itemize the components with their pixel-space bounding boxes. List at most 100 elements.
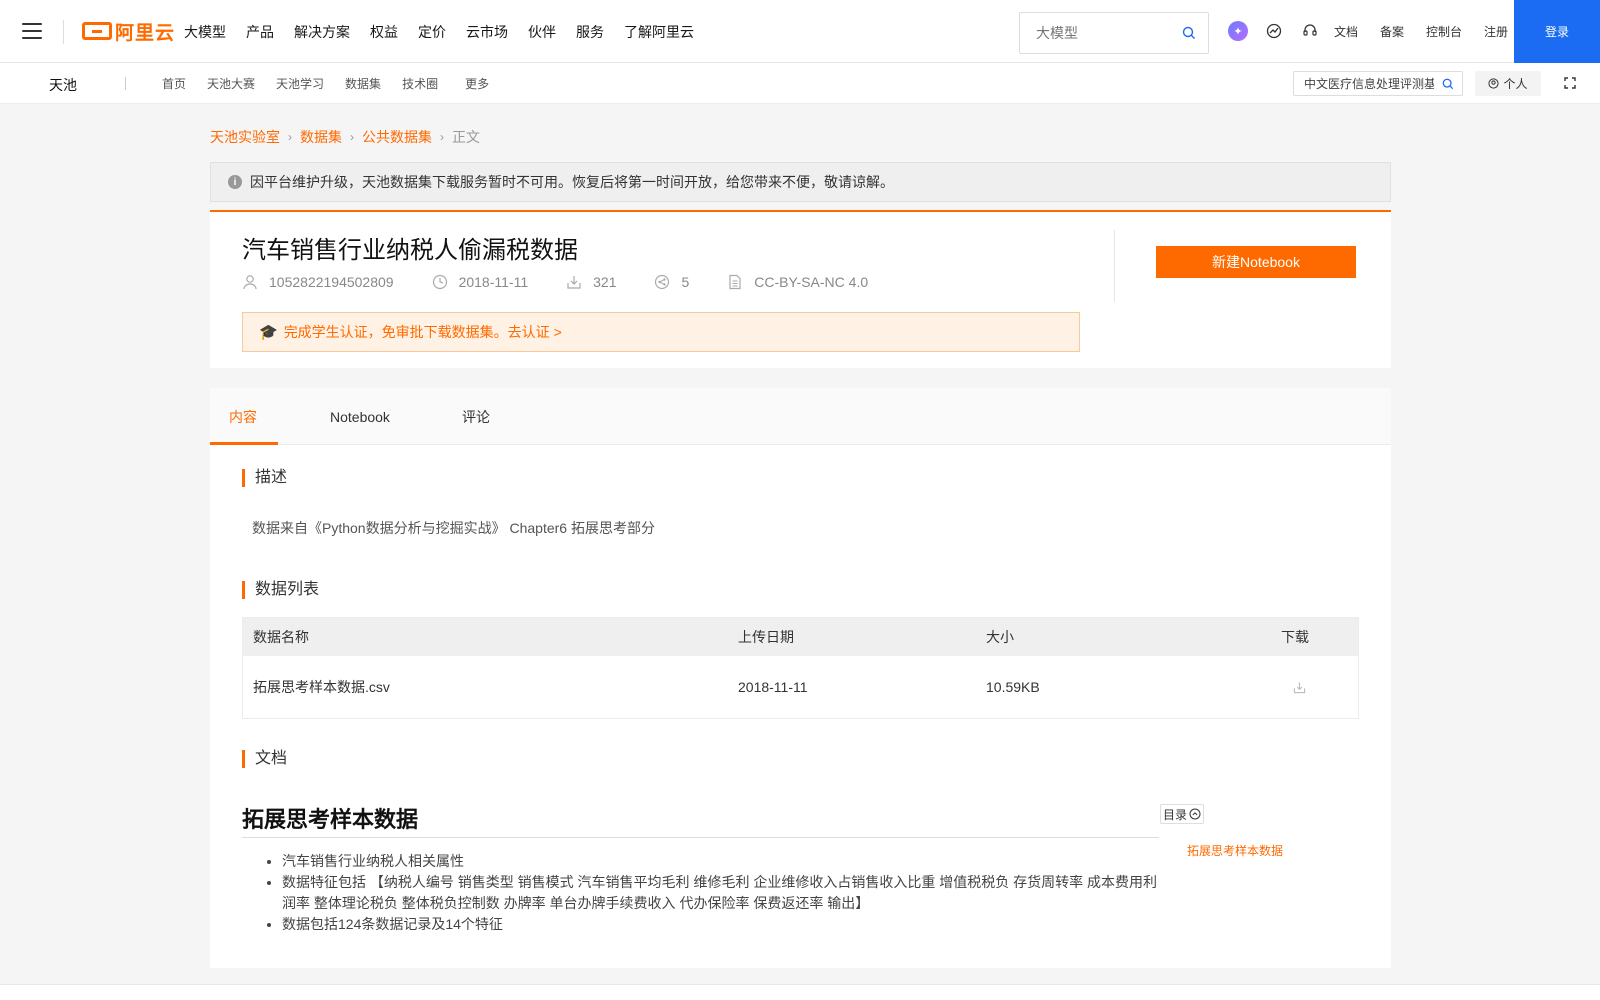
subnav-item-more[interactable]: 更多 xyxy=(465,75,489,92)
col-header-size: 大小 xyxy=(986,629,1014,645)
breadcrumb-public-datasets[interactable]: 公共数据集 xyxy=(362,127,432,147)
nav-item-benefits[interactable]: 权益 xyxy=(370,22,398,42)
nav-item-partners[interactable]: 伙伴 xyxy=(528,22,556,42)
aliyun-logo[interactable]: 阿里云 xyxy=(82,18,175,44)
chevron-right-icon: › xyxy=(350,130,354,144)
breadcrumb-lab[interactable]: 天池实验室 xyxy=(210,127,280,147)
register-link[interactable]: 注册 xyxy=(1484,23,1508,40)
tianchi-subnav: 天池 首页 天池大赛 天池学习 数据集 技术圈 更多 个人 xyxy=(0,63,1600,104)
nav-item-marketplace[interactable]: 云市场 xyxy=(466,22,508,42)
meta-shares: 5 xyxy=(654,274,689,290)
chevron-right-icon: › xyxy=(288,130,292,144)
subnav-search-box xyxy=(1293,71,1463,96)
subnav-search-input[interactable] xyxy=(1294,72,1434,95)
meta-author: 1052822194502809 xyxy=(242,274,394,290)
console-link[interactable]: 控制台 xyxy=(1426,23,1462,40)
subnav-item-competition[interactable]: 天池大赛 xyxy=(207,75,255,92)
top-search-input[interactable] xyxy=(1020,13,1170,53)
chevron-right-icon: › xyxy=(440,130,444,144)
nav-item-pricing[interactable]: 定价 xyxy=(418,22,446,42)
personal-button[interactable]: 个人 xyxy=(1475,71,1541,96)
nav-divider xyxy=(63,20,64,44)
cert-link[interactable]: 完成学生认证，免审批下载数据集。去认证 > xyxy=(284,322,562,342)
table-row: 拓展思考样本数据.csv 2018-11-11 10.59KB xyxy=(243,656,1358,718)
toc-item[interactable]: 拓展思考样本数据 xyxy=(1187,842,1283,859)
content-tabs: 内容 Notebook 评论 xyxy=(210,388,1391,445)
share-count: 5 xyxy=(681,274,690,290)
table-header: 数据名称 上传日期 大小 下载 xyxy=(243,618,1358,656)
dashboard-icon[interactable] xyxy=(1264,21,1284,41)
meta-license: CC-BY-SA-NC 4.0 xyxy=(727,274,868,290)
subnav-item-home[interactable]: 首页 xyxy=(162,75,186,92)
nav-item-about[interactable]: 了解阿里云 xyxy=(624,22,694,42)
description-text: 数据来自《Python数据分析与挖掘实战》 Chapter6 拓展思考部分 xyxy=(252,520,655,536)
user-icon xyxy=(243,275,257,290)
toc-toggle-button[interactable]: 目录 xyxy=(1160,804,1204,824)
logo-mark-icon xyxy=(82,22,112,40)
list-item: 数据特征包括 【纳税人编号 销售类型 销售模式 汽车销售平均毛利 维修毛利 企业… xyxy=(282,872,1162,914)
ai-assistant-icon[interactable]: ✦ xyxy=(1228,21,1248,41)
col-header-name: 数据名称 xyxy=(253,629,309,645)
nav-item-services[interactable]: 服务 xyxy=(576,22,604,42)
nav-item-solutions[interactable]: 解决方案 xyxy=(294,22,350,42)
breadcrumb: 天池实验室 › 数据集 › 公共数据集 › 正文 xyxy=(210,127,480,147)
tab-comments[interactable]: 评论 xyxy=(462,388,490,445)
dataset-title: 汽车销售行业纳税人偷漏税数据 xyxy=(242,237,578,264)
data-list-heading: 数据列表 xyxy=(242,581,319,599)
filing-link[interactable]: 备案 xyxy=(1380,23,1404,40)
search-icon[interactable] xyxy=(1182,26,1196,40)
maintenance-notice: i 因平台维护升级，天池数据集下载服务暂时不可用。恢复后将第一时间开放，给您带来… xyxy=(210,162,1391,202)
top-links: 文档 备案 控制台 注册 xyxy=(1334,0,1530,63)
header-divider xyxy=(1114,230,1115,302)
active-tab-indicator xyxy=(210,442,278,445)
col-header-download: 下载 xyxy=(1281,629,1309,645)
file-date: 2018-11-11 xyxy=(738,679,808,695)
subnav-item-tech-circle[interactable]: 技术圈 xyxy=(402,75,438,92)
file-name: 拓展思考样本数据.csv xyxy=(253,679,390,695)
clock-icon xyxy=(432,274,447,290)
doc-bullet-list: 汽车销售行业纳税人相关属性 数据特征包括 【纳税人编号 销售类型 销售模式 汽车… xyxy=(282,851,1162,935)
tab-notebook[interactable]: Notebook xyxy=(330,388,390,445)
description-heading: 描述 xyxy=(242,469,287,487)
subnav-divider xyxy=(125,77,126,90)
info-icon: i xyxy=(228,175,242,189)
notice-text: 因平台维护升级，天池数据集下载服务暂时不可用。恢复后将第一时间开放，给您带来不便… xyxy=(250,174,894,190)
menu-icon[interactable] xyxy=(22,23,42,39)
nav-item-products[interactable]: 产品 xyxy=(246,22,274,42)
login-button[interactable]: 登录 xyxy=(1514,0,1600,63)
subnav-links: 首页 天池大赛 天池学习 数据集 技术圈 更多 xyxy=(162,63,510,104)
download-icon xyxy=(1293,681,1306,693)
document-icon xyxy=(729,274,741,290)
main-nav: 大模型 产品 解决方案 权益 定价 云市场 伙伴 服务 了解阿里云 xyxy=(184,0,714,63)
subnav-item-learning[interactable]: 天池学习 xyxy=(276,75,324,92)
top-search-box xyxy=(1019,12,1209,54)
breadcrumb-datasets[interactable]: 数据集 xyxy=(300,127,342,147)
list-item: 数据包括124条数据记录及14个特征 xyxy=(282,914,1162,935)
student-cert-banner[interactable]: 🎓 完成学生认证，免审批下载数据集。去认证 > xyxy=(242,312,1080,352)
tab-content[interactable]: 内容 xyxy=(229,388,257,445)
new-notebook-button[interactable]: 新建Notebook xyxy=(1156,246,1356,278)
footer-strip xyxy=(0,984,1600,1000)
toc-label: 目录 xyxy=(1162,807,1187,822)
docs-link[interactable]: 文档 xyxy=(1334,23,1358,40)
author-id: 1052822194502809 xyxy=(269,274,394,290)
dataset-meta: 1052822194502809 2018-11-11 321 5 CC-BY-… xyxy=(242,274,906,290)
logo-text: 阿里云 xyxy=(115,22,176,44)
meta-date: 2018-11-11 xyxy=(432,274,529,290)
subnav-item-datasets[interactable]: 数据集 xyxy=(345,75,381,92)
breadcrumb-current: 正文 xyxy=(452,129,480,145)
list-item: 汽车销售行业纳税人相关属性 xyxy=(282,851,1162,872)
col-header-date: 上传日期 xyxy=(738,629,794,645)
search-icon[interactable] xyxy=(1442,78,1454,90)
doc-title: 拓展思考样本数据 xyxy=(242,802,1159,838)
download-file-button[interactable] xyxy=(1293,656,1306,718)
tianchi-brand[interactable]: 天池 xyxy=(49,75,77,95)
publish-date: 2018-11-11 xyxy=(458,274,529,290)
data-table: 数据名称 上传日期 大小 下载 拓展思考样本数据.csv 2018-11-11 … xyxy=(242,617,1359,719)
download-icon xyxy=(567,276,581,289)
nav-item-models[interactable]: 大模型 xyxy=(184,22,226,42)
expand-icon[interactable] xyxy=(1564,77,1576,89)
graduation-cap-icon: 🎓 xyxy=(259,324,278,341)
share-icon xyxy=(655,274,670,290)
headset-icon[interactable] xyxy=(1300,21,1320,41)
